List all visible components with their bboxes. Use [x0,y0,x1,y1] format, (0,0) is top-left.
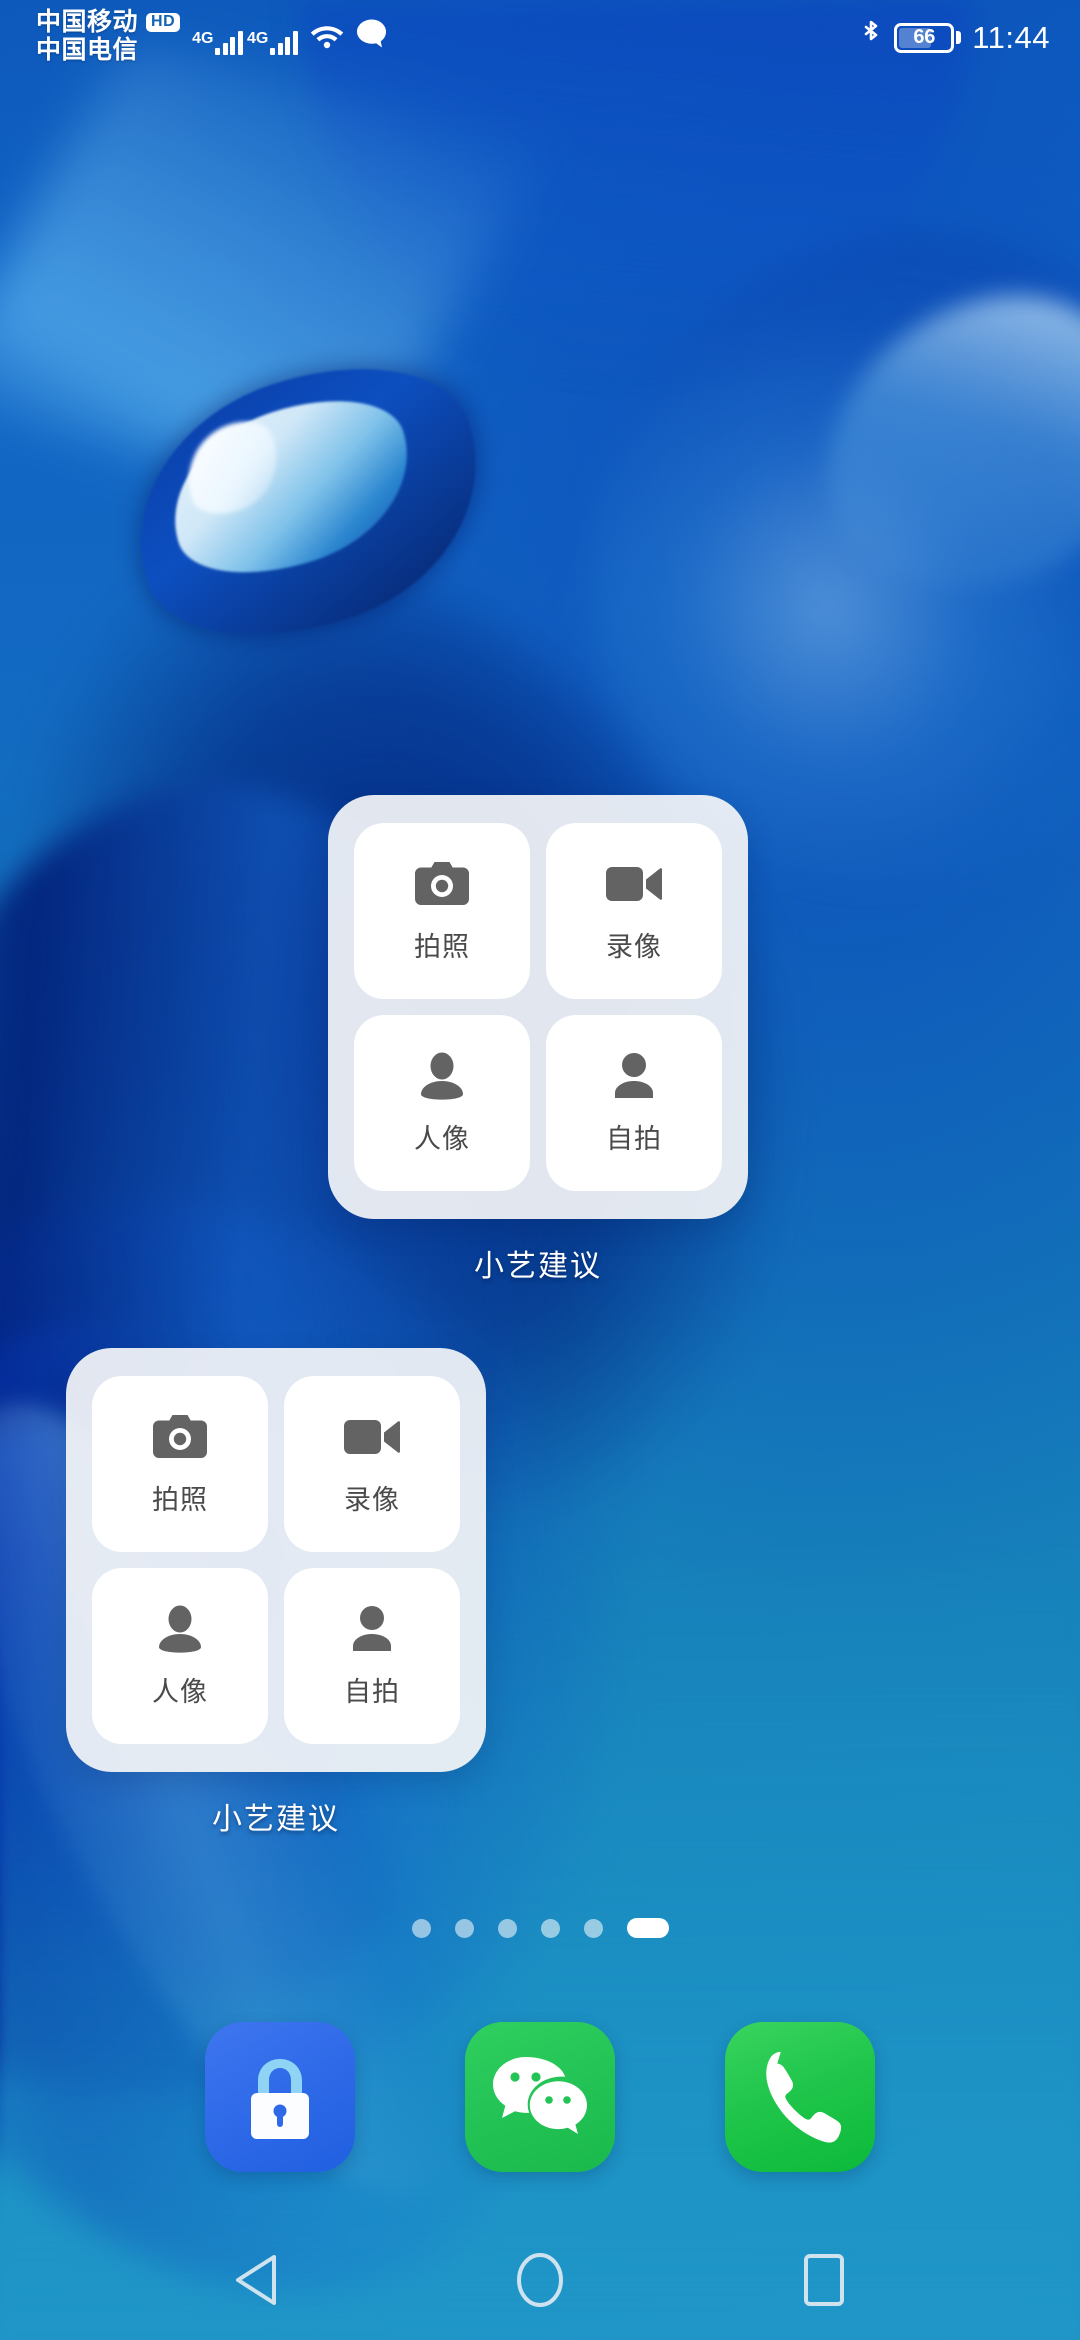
camera-icon [414,859,470,909]
square-recents-icon [804,2254,844,2306]
status-bar-clock: 11:44 [972,19,1050,55]
tile-label: 录像 [606,931,662,962]
battery-body: 66 [894,22,955,53]
tile-selfie[interactable]: 自拍 [546,1015,722,1191]
battery-indicator: 66 [894,22,962,53]
hd-badge: HD [146,12,181,32]
triangle-back-icon [236,2255,276,2305]
widget-card: 拍照 录像 人像 自拍 [328,795,748,1219]
page-dot-1[interactable] [411,1918,431,1938]
network-type-label-1: 4G [192,30,214,47]
status-bar-left: 中国移动 HD 中国电信 4G 4G [36,8,388,64]
signal-indicators: 4G 4G [192,8,388,55]
carrier-block: 中国移动 HD 中国电信 [36,8,181,64]
tile-label: 拍照 [414,931,470,962]
dock-item-lock-app[interactable] [205,2022,355,2172]
tile-label: 自拍 [344,1676,400,1707]
selfie-person-icon [606,1051,662,1101]
dock-item-wechat-app[interactable] [465,2022,615,2172]
phone-app-icon[interactable] [725,2022,875,2172]
network-type-label-2: 4G [246,30,269,47]
video-camera-icon [606,859,662,909]
wechat-app-icon[interactable] [465,2022,615,2172]
navigation-bar [0,2220,1080,2340]
battery-level-text: 66 [913,26,936,48]
tile-selfie[interactable]: 自拍 [284,1568,460,1744]
signal-bars-icon-1 [215,29,243,55]
sim1-signal: 4G [192,29,243,55]
tile-take-photo[interactable]: 拍照 [354,823,530,999]
page-dot-4[interactable] [540,1918,560,1938]
sim2-signal: 4G [247,29,298,55]
status-bar-right: 66 11:44 [859,8,1050,57]
page-dot-2[interactable] [454,1918,474,1938]
lock-icon [251,2059,309,2139]
tile-label: 自拍 [606,1123,662,1154]
page-dot-5[interactable] [583,1918,603,1938]
status-bar: 中国移动 HD 中国电信 4G 4G 66 11:44 [0,0,1080,72]
tile-record-video[interactable]: 录像 [546,823,722,999]
portrait-person-icon [414,1051,470,1101]
wifi-icon [310,23,344,55]
phone-handset-icon [766,2051,842,2143]
widget-card: 拍照 录像 人像 自拍 [66,1348,486,1772]
widget-title: 小艺建议 [212,1803,340,1836]
tile-portrait[interactable]: 人像 [92,1568,268,1744]
wechat-icon [493,2057,587,2134]
dock [0,2022,1080,2202]
battery-cap [956,31,962,44]
tile-record-video[interactable]: 录像 [284,1376,460,1552]
circle-home-icon [517,2253,563,2307]
bluetooth-icon [859,18,883,57]
page-indicator[interactable] [0,1918,1080,1938]
carrier-row-primary: 中国移动 HD [36,8,181,36]
widget-xiaoyi-suggestions-1[interactable]: 拍照 录像 人像 自拍 小艺建议 [328,795,748,1285]
tile-label: 人像 [414,1123,470,1154]
back-button[interactable] [214,2238,298,2322]
recents-button[interactable] [782,2238,866,2322]
tile-portrait[interactable]: 人像 [354,1015,530,1191]
portrait-person-icon [152,1604,208,1654]
widget-xiaoyi-suggestions-2[interactable]: 拍照 录像 人像 自拍 小艺建议 [66,1348,486,1838]
home-button[interactable] [498,2238,582,2322]
dock-item-phone-app[interactable] [725,2022,875,2172]
selfie-person-icon [344,1604,400,1654]
page-dot-3[interactable] [497,1918,517,1938]
tile-label: 录像 [344,1484,400,1515]
video-camera-icon [344,1412,400,1462]
message-bubble-icon [356,18,388,55]
signal-bars-icon-2 [270,29,298,55]
tile-label: 拍照 [152,1484,208,1515]
page-dot-6-active[interactable] [626,1918,669,1938]
carrier-name-primary: 中国移动 [36,8,139,36]
widget-title: 小艺建议 [474,1250,602,1283]
carrier-name-secondary: 中国电信 [36,36,139,64]
tile-take-photo[interactable]: 拍照 [92,1376,268,1552]
camera-icon [152,1412,208,1462]
lock-app-icon[interactable] [205,2022,355,2172]
tile-label: 人像 [152,1676,208,1707]
